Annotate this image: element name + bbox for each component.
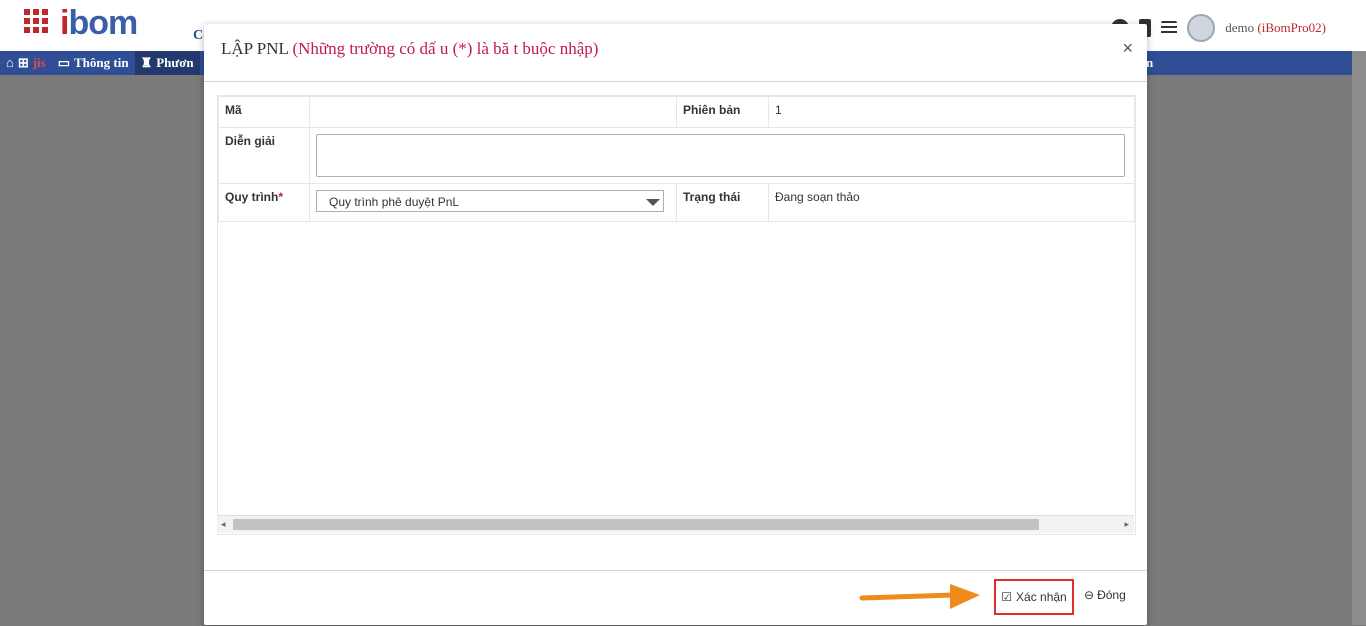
home-icon: ⌂ xyxy=(6,55,14,70)
confirm-label: Xác nhận xyxy=(1016,590,1067,604)
confirm-button[interactable]: ☑ Xác nhận xyxy=(994,579,1074,615)
close-icon[interactable]: × xyxy=(1122,38,1133,59)
scroll-left-icon[interactable]: ◂ xyxy=(221,519,226,530)
form-table: Mã Phiên bản 1 Diễn giải Quy trình* Quy … xyxy=(218,96,1135,222)
desc-label: Diễn giải xyxy=(218,127,310,184)
modal-header: LẬP PNL (Những trường có dấ u (*) là bă … xyxy=(204,24,1147,82)
pointer-arrow-icon xyxy=(859,584,980,609)
window-icon: ▭ xyxy=(57,55,71,70)
check-square-icon: ☑ xyxy=(1001,590,1013,604)
process-label: Quy trình* xyxy=(218,183,310,222)
nav-label: Thông tin xyxy=(74,55,129,70)
create-pnl-modal: LẬP PNL (Những trường có dấ u (*) là bă … xyxy=(204,24,1147,625)
form-panel: Mã Phiên bản 1 Diễn giải Quy trình* Quy … xyxy=(217,95,1136,535)
grid-small-icon: ⊞ xyxy=(17,55,29,70)
apps-grid-icon[interactable] xyxy=(24,9,48,33)
modal-footer: ☑ Xác nhận ⊖ Đóng xyxy=(204,570,1147,626)
horizontal-scrollbar[interactable]: ◂ ▸ xyxy=(217,515,1134,533)
desc-cell xyxy=(309,127,1135,184)
user-name[interactable]: demo (iBomPro02) xyxy=(1225,20,1326,36)
ma-field xyxy=(309,96,677,128)
status-value: Đang soạn thảo xyxy=(768,183,1135,222)
close-button[interactable]: ⊖ Đóng xyxy=(1084,588,1126,602)
form-row: Mã Phiên bản 1 xyxy=(218,96,1135,128)
scroll-thumb[interactable] xyxy=(233,519,1039,530)
version-label: Phiên bản xyxy=(676,96,769,128)
form-row: Quy trình* Quy trình phê duyệt PnL Trạng… xyxy=(218,183,1135,222)
nav-label: n xyxy=(1146,55,1154,70)
modal-title-text: LẬP PNL xyxy=(221,39,289,58)
app-logo[interactable]: ibom xyxy=(60,4,138,43)
company-title: C xyxy=(193,28,204,43)
close-label: Đóng xyxy=(1097,588,1126,602)
version-value: 1 xyxy=(768,96,1135,128)
avatar[interactable] xyxy=(1187,14,1216,42)
description-textarea[interactable] xyxy=(316,134,1125,177)
modal-title: LẬP PNL (Những trường có dấ u (*) là bă … xyxy=(221,39,598,59)
scroll-right-icon[interactable]: ▸ xyxy=(1124,519,1129,530)
menu-icon[interactable] xyxy=(1161,21,1178,35)
form-row: Diễn giải xyxy=(218,127,1135,184)
nav-thong-tin[interactable]: ▭ Thông tin xyxy=(52,51,135,75)
ma-label: Mã xyxy=(218,96,310,128)
minus-circle-icon: ⊖ xyxy=(1084,588,1095,602)
status-label: Trạng thái xyxy=(676,183,769,222)
nav-home[interactable]: ⌂ ⊞ jis xyxy=(0,51,52,75)
process-cell: Quy trình phê duyệt PnL xyxy=(309,183,677,222)
process-selected-value: Quy trình phê duyệt PnL xyxy=(329,195,460,209)
nav-phuong-an[interactable]: ♜ Phươn xyxy=(134,51,200,75)
nav-label: Phươn xyxy=(156,55,194,70)
bag-icon: ♜ xyxy=(140,55,153,70)
required-note: (Những trường có dấ u (*) là bă t buộc n… xyxy=(292,39,599,58)
chevron-down-icon xyxy=(646,199,660,206)
process-select[interactable]: Quy trình phê duyệt PnL xyxy=(316,190,664,212)
page-scrollbar[interactable] xyxy=(1352,51,1366,625)
nav-tag: jis xyxy=(32,55,46,70)
